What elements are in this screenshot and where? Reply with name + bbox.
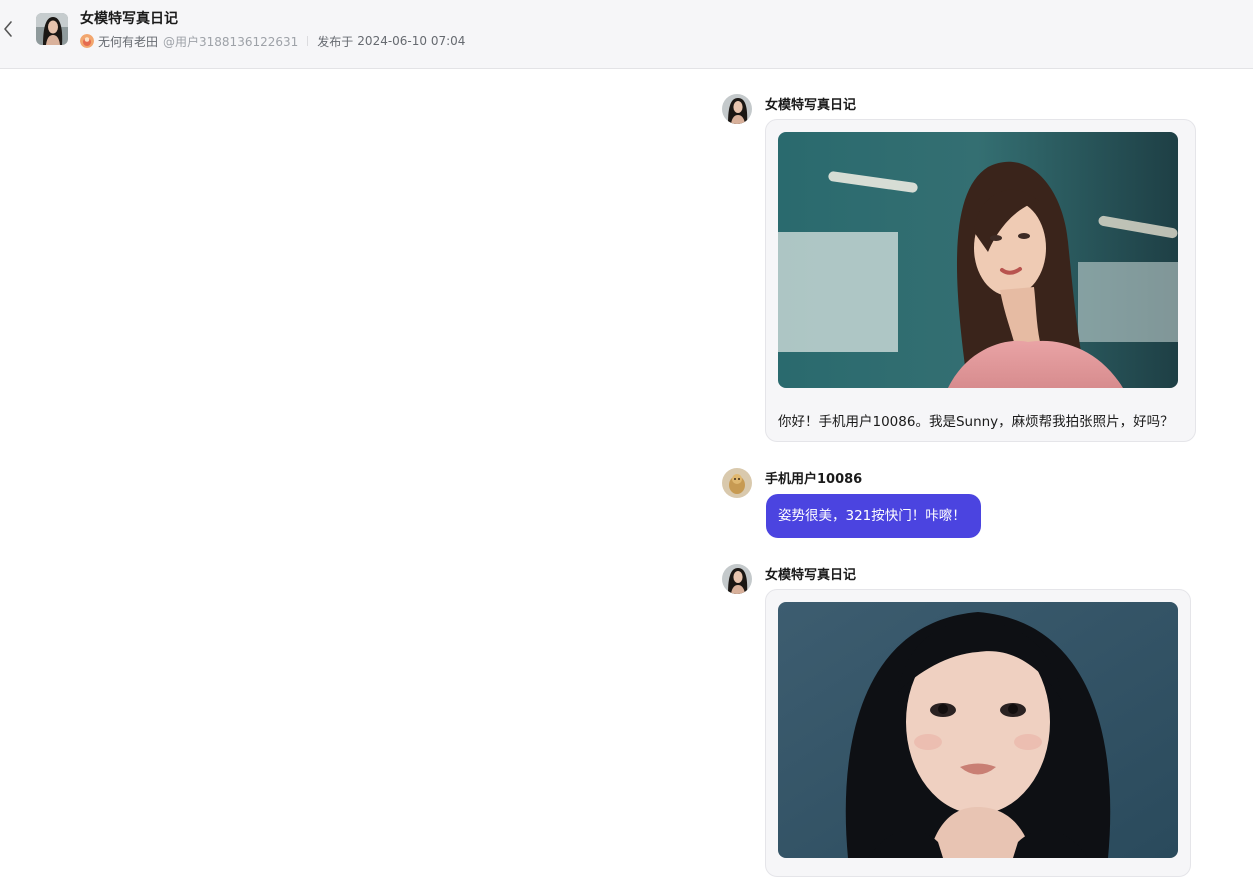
bot-avatar[interactable]	[722, 94, 752, 124]
message-photo[interactable]	[778, 602, 1178, 858]
author-handle: @用户3188136122631	[163, 34, 299, 49]
message-bubble: 你好！手机用户10086。我是Sunny，麻烦帮我拍张照片，好吗？	[765, 119, 1196, 442]
meta-divider	[307, 36, 309, 46]
bot-avatar[interactable]	[36, 13, 68, 45]
publish-label: 发布于	[317, 34, 354, 49]
message-photo[interactable]	[778, 132, 1178, 388]
page-title: 女模特写真日记	[80, 11, 178, 27]
chat-header: 女模特写真日记 无何有老田 @用户3188136122631 发布于 2024-…	[0, 0, 1253, 69]
author-name[interactable]: 无何有老田	[98, 33, 158, 50]
bot-avatar[interactable]	[722, 564, 752, 594]
message-text: 你好！手机用户10086。我是Sunny，麻烦帮我拍张照片，好吗？	[778, 414, 1174, 430]
publish-time: 2024-06-10 07:04	[357, 34, 466, 48]
author-avatar-icon	[80, 34, 94, 48]
chevron-left-icon	[4, 21, 12, 37]
message-bubble	[765, 589, 1191, 877]
user-avatar[interactable]	[722, 468, 752, 498]
back-button[interactable]	[0, 17, 18, 41]
user-message-bubble: 姿势很美，321按快门！咔嚓！	[766, 494, 981, 538]
message-sender: 女模特写真日记	[765, 568, 857, 583]
message-sender: 女模特写真日记	[765, 98, 857, 113]
message-sender: 手机用户10086	[765, 472, 863, 487]
post-meta: 无何有老田 @用户3188136122631 发布于 2024-06-10 07…	[80, 33, 465, 49]
